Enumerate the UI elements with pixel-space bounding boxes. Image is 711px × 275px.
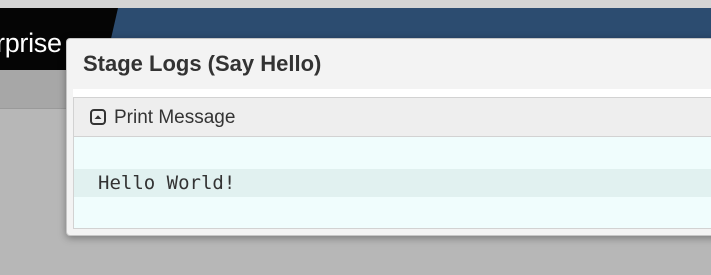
brand-text: rprise [0,28,62,58]
browser-top-strip [0,0,711,8]
log-line-text: Hello World! [98,172,236,194]
log-output: Hello World! [73,137,711,229]
stage-logs-dialog: Stage Logs (Say Hello) Print Message Hel… [66,38,711,236]
dialog-title: Stage Logs (Say Hello) [83,51,322,76]
collapse-icon[interactable] [90,109,106,125]
step-header-print-message[interactable]: Print Message [73,97,711,137]
step-title: Print Message [114,107,236,128]
dialog-body: Print Message Hello World! [73,89,711,229]
log-line: Hello World! [74,169,711,197]
